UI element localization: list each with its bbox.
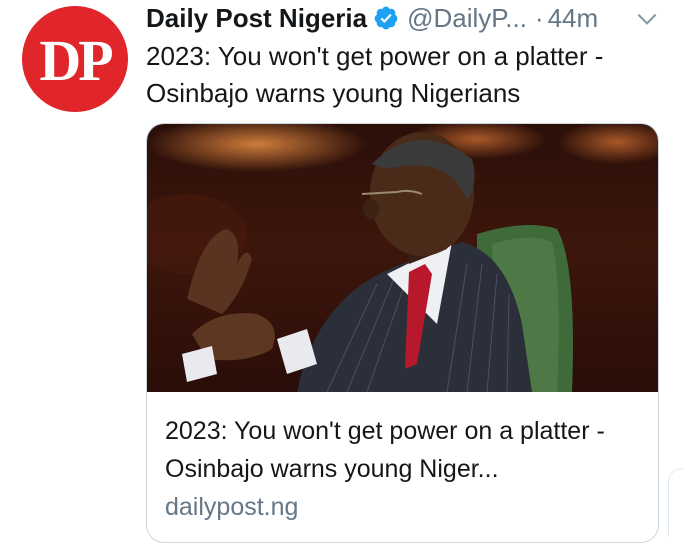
avatar[interactable]: DP: [22, 6, 128, 112]
separator-dot: ·: [534, 2, 544, 33]
card-title: 2023: You won't get power on a platter -…: [165, 417, 605, 483]
verified-badge-icon: [374, 6, 398, 30]
card-photo: [147, 124, 658, 392]
user-handle[interactable]: @DailyP...: [407, 3, 527, 34]
link-preview-card[interactable]: 2023: You won't get power on a platter -…: [146, 123, 659, 543]
tweet-text: 2023: You won't get power on a platter -…: [146, 41, 604, 108]
tweet-header: Daily Post Nigeria @DailyP... · 44m: [146, 0, 676, 36]
card-text: 2023: You won't get power on a platter -…: [147, 392, 658, 526]
card-domain: dailypost.ng: [165, 493, 299, 521]
display-name[interactable]: Daily Post Nigeria: [146, 3, 367, 34]
tweet-timestamp[interactable]: 44m: [548, 3, 599, 34]
adjacent-card-edge: [668, 468, 683, 537]
avatar-logo-text: DP: [39, 27, 113, 93]
chevron-down-icon[interactable]: [634, 6, 660, 32]
card-image: [147, 124, 658, 392]
